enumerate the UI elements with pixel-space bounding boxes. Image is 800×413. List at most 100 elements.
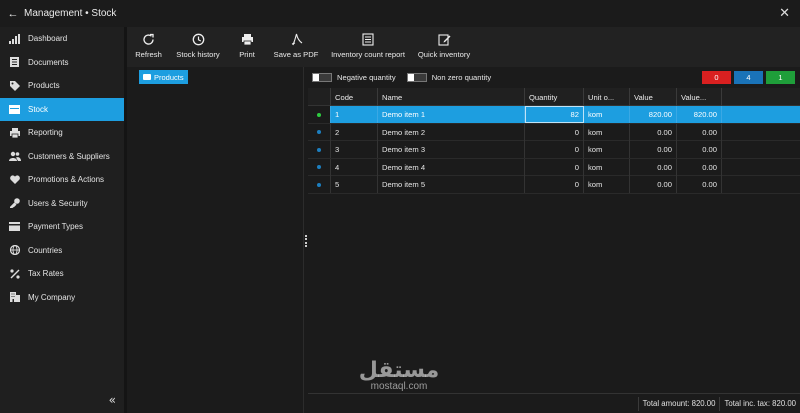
inventory-count-report-label: Inventory count report <box>331 50 405 59</box>
cell-unit: kom <box>584 158 630 176</box>
zero-count-badge[interactable]: 4 <box>734 71 763 84</box>
sidebar-item-label: Countries <box>28 245 63 255</box>
table-row[interactable]: 4 Demo item 4 0 kom 0.00 0.00 <box>308 158 800 177</box>
column-header-status[interactable] <box>308 88 331 106</box>
cell-quantity[interactable]: 0 <box>525 158 584 176</box>
cell-value-tax: 0.00 <box>677 176 722 194</box>
cell-value: 0.00 <box>630 141 677 159</box>
percent-icon <box>8 269 21 279</box>
cell-filler <box>722 124 800 141</box>
stock-box-icon <box>8 104 21 114</box>
column-header-value-tax[interactable]: Value... <box>677 88 722 106</box>
toggle-switch[interactable] <box>406 73 427 82</box>
toolbar: Refresh Stock history Print Save as PDF … <box>127 27 800 67</box>
cell-value-tax: 0.00 <box>677 123 722 141</box>
sidebar-item-label: Users & Security <box>28 198 88 208</box>
cell-unit: kom <box>584 141 630 159</box>
cell-filler <box>722 159 800 176</box>
quick-inventory-label: Quick inventory <box>417 50 471 59</box>
tree-node-label: Products <box>154 72 184 82</box>
cell-name: Demo item 1 <box>378 106 525 123</box>
sidebar-item-my-company[interactable]: My Company <box>0 286 124 310</box>
cell-code: 5 <box>331 176 378 194</box>
table-row[interactable]: 3 Demo item 3 0 kom 0.00 0.00 <box>308 141 800 159</box>
positive-count-badge[interactable]: 1 <box>766 71 795 84</box>
column-header-code[interactable]: Code <box>331 88 378 106</box>
column-header-quantity[interactable]: Quantity <box>525 88 584 106</box>
status-indicator <box>308 106 331 123</box>
cell-quantity[interactable]: 0 <box>525 141 584 159</box>
sidebar-item-reporting[interactable]: Reporting <box>0 121 124 145</box>
sidebar-item-countries[interactable]: Countries <box>0 239 124 263</box>
collapse-sidebar-icon[interactable]: « <box>109 393 116 407</box>
total-amount: Total amount: 820.00 <box>637 396 720 411</box>
print-button[interactable]: Print <box>226 27 268 67</box>
status-dot-icon <box>317 112 321 117</box>
status-dot-icon <box>317 182 321 187</box>
quick-inventory-button[interactable]: Quick inventory <box>412 27 476 67</box>
credit-card-icon <box>8 222 21 232</box>
refresh-button[interactable]: Refresh <box>127 27 170 67</box>
table-row[interactable]: 1 Demo item 1 82 kom 820.00 820.00 <box>308 106 800 124</box>
cell-quantity[interactable]: 0 <box>525 176 584 194</box>
watermark: مستقل mostaql.com <box>349 358 449 392</box>
non-zero-quantity-toggle[interactable]: Non zero quantity <box>406 73 492 82</box>
status-dot-icon <box>317 147 321 152</box>
cell-unit: kom <box>584 106 630 123</box>
refresh-label: Refresh <box>135 50 162 59</box>
column-header-filler <box>722 88 800 106</box>
total-inc-tax: Total inc. tax: 820.00 <box>719 396 800 411</box>
drag-handle-icon[interactable] <box>305 235 307 247</box>
toggle-switch[interactable] <box>312 73 332 82</box>
cell-filler <box>722 106 800 123</box>
sidebar-item-dashboard[interactable]: Dashboard <box>0 27 124 51</box>
inventory-count-report-button[interactable]: Inventory count report <box>324 27 412 67</box>
back-arrow-icon[interactable]: ← <box>2 8 24 20</box>
cell-name: Demo item 3 <box>378 141 525 159</box>
close-icon[interactable]: ✕ <box>779 6 790 21</box>
column-header-value[interactable]: Value <box>630 88 677 106</box>
sidebar-item-label: Documents <box>28 57 69 67</box>
stock-history-button[interactable]: Stock history <box>170 27 226 67</box>
sidebar-item-documents[interactable]: Documents <box>0 51 124 75</box>
cell-quantity[interactable]: 82 <box>525 106 584 123</box>
table-row[interactable]: 5 Demo item 5 0 kom 0.00 0.00 <box>308 176 800 194</box>
sidebar-item-label: Tax Rates <box>28 269 64 279</box>
negative-quantity-label: Negative quantity <box>337 73 396 82</box>
table-row[interactable]: 2 Demo item 2 0 kom 0.00 0.00 <box>308 123 800 142</box>
tree-node-products[interactable]: Products <box>139 70 188 84</box>
users-icon <box>8 151 21 162</box>
sidebar-item-payment-types[interactable]: Payment Types <box>0 215 124 239</box>
document-icon <box>8 57 21 68</box>
cell-name: Demo item 5 <box>378 176 525 194</box>
sidebar-item-stock[interactable]: Stock <box>0 97 124 121</box>
sidebar-item-label: Dashboard <box>28 34 68 44</box>
cell-name: Demo item 2 <box>378 123 525 141</box>
key-icon <box>8 198 21 209</box>
sidebar-item-tax-rates[interactable]: Tax Rates <box>0 262 124 286</box>
sidebar-item-label: My Company <box>28 292 76 302</box>
cell-unit: kom <box>584 176 630 194</box>
filter-bar: Negative quantity Non zero quantity 0 4 … <box>308 67 800 88</box>
stock-history-label: Stock history <box>176 50 220 59</box>
sidebar-item-users-security[interactable]: Users & Security <box>0 192 124 216</box>
negative-quantity-toggle[interactable]: Negative quantity <box>312 73 396 82</box>
cell-value: 0.00 <box>630 123 677 141</box>
sidebar-item-products[interactable]: Products <box>0 74 124 98</box>
cell-filler <box>722 176 800 193</box>
column-header-name[interactable]: Name <box>378 88 525 106</box>
sidebar-item-customers-suppliers[interactable]: Customers & Suppliers <box>0 145 124 169</box>
cell-name: Demo item 4 <box>378 158 525 176</box>
tag-icon <box>8 80 21 91</box>
save-as-pdf-button[interactable]: Save as PDF <box>268 27 324 67</box>
non-zero-quantity-label: Non zero quantity <box>431 73 492 82</box>
sidebar-item-promotions-actions[interactable]: Promotions & Actions <box>0 168 124 192</box>
column-header-unit[interactable]: Unit o... <box>584 88 630 106</box>
product-tree-panel: Products <box>130 67 303 413</box>
building-icon <box>8 292 21 303</box>
negative-count-badge[interactable]: 0 <box>702 71 731 84</box>
cell-quantity[interactable]: 0 <box>525 123 584 141</box>
cell-value: 820.00 <box>630 106 677 123</box>
sidebar-item-label: Promotions & Actions <box>28 175 105 185</box>
cell-code: 4 <box>331 158 378 176</box>
